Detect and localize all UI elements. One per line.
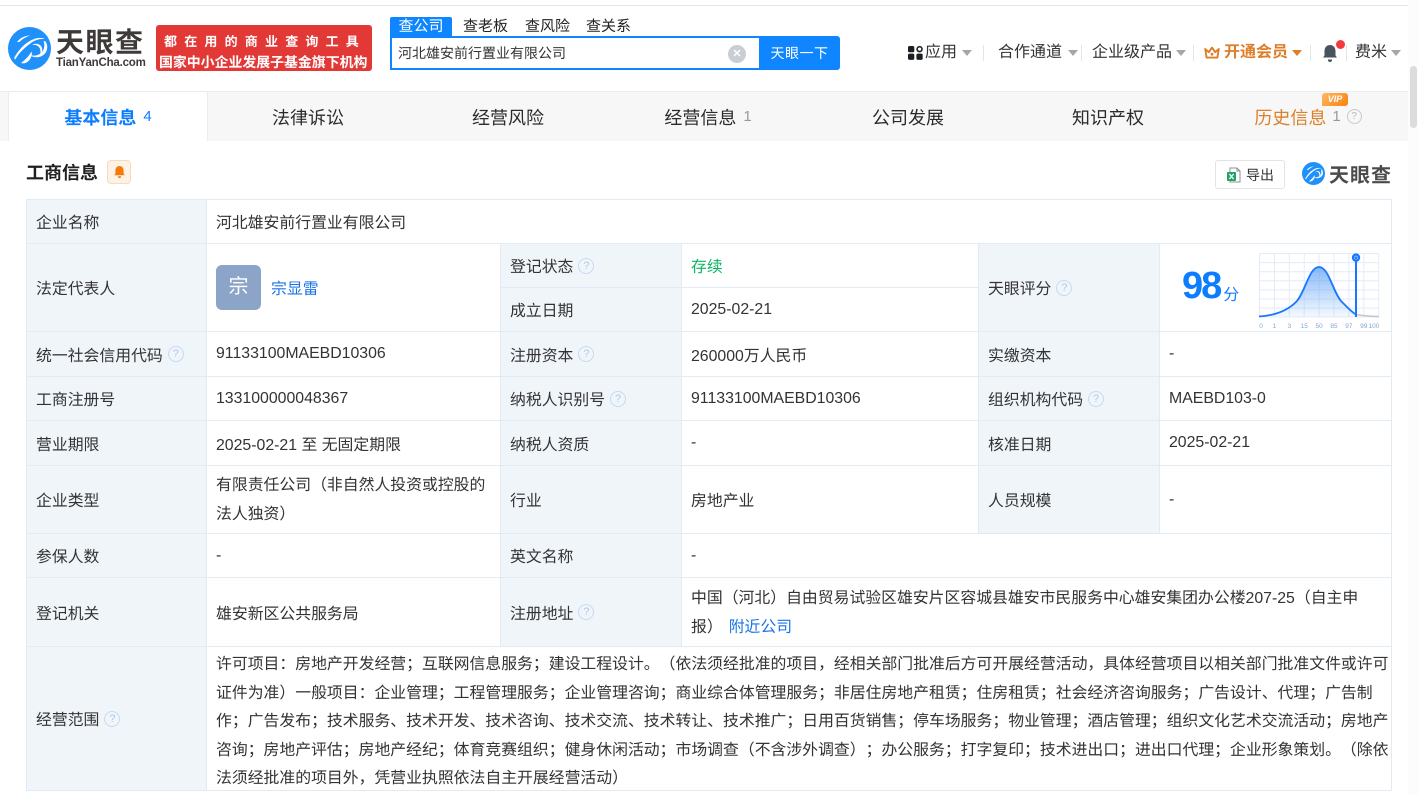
svg-text:15: 15 [1301,323,1309,330]
svg-text:99: 99 [1360,323,1368,330]
svg-text:3: 3 [1287,323,1291,330]
svg-text:1: 1 [1273,323,1277,330]
svg-text:50: 50 [1315,323,1323,330]
svg-text:97: 97 [1345,323,1353,330]
svg-text:100: 100 [1369,323,1380,330]
svg-text:0: 0 [1259,323,1263,330]
svg-text:85: 85 [1330,323,1338,330]
